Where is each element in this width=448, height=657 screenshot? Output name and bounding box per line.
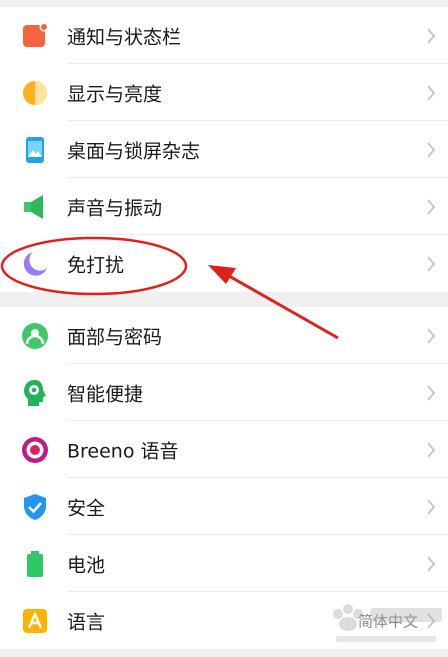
settings-item-label: Breeno 语音 bbox=[67, 440, 179, 462]
chevron-right-icon bbox=[427, 498, 436, 515]
settings-item-language[interactable]: 语言 简体中文 bbox=[0, 592, 448, 649]
settings-item-breeno[interactable]: Breeno 语音 bbox=[0, 421, 448, 478]
settings-item-label: 语言 bbox=[67, 611, 106, 633]
section-gap-bottom bbox=[0, 649, 448, 657]
settings-item-security[interactable]: 安全 bbox=[0, 478, 448, 535]
settings-item-display[interactable]: 显示与亮度 bbox=[0, 64, 448, 121]
section-gap bbox=[0, 292, 448, 307]
smart-assist-icon bbox=[24, 379, 46, 406]
section-gap-top bbox=[0, 0, 448, 7]
settings-item-value: 简体中文 bbox=[357, 612, 418, 630]
settings-item-label: 安全 bbox=[67, 497, 106, 519]
settings-item-do-not-disturb[interactable]: 免打扰 bbox=[0, 235, 448, 292]
settings-item-label: 通知与状态栏 bbox=[67, 26, 182, 48]
chevron-right-icon bbox=[427, 612, 436, 629]
moon-icon bbox=[23, 251, 47, 276]
chevron-right-icon bbox=[427, 555, 436, 572]
chevron-right-icon bbox=[427, 384, 436, 401]
speaker-icon bbox=[24, 194, 43, 219]
chevron-right-icon bbox=[427, 141, 436, 158]
chevron-right-icon bbox=[427, 255, 436, 272]
settings-item-label: 电池 bbox=[67, 554, 106, 576]
notification-icon bbox=[23, 22, 49, 47]
settings-item-wallpaper[interactable]: 桌面与锁屏杂志 bbox=[0, 121, 448, 178]
chevron-right-icon bbox=[427, 327, 436, 344]
chevron-right-icon bbox=[427, 84, 436, 101]
settings-item-label: 显示与亮度 bbox=[67, 83, 163, 105]
language-icon bbox=[23, 608, 47, 633]
settings-item-label: 智能便捷 bbox=[67, 383, 144, 405]
settings-item-label: 面部与密码 bbox=[67, 326, 163, 348]
wallpaper-icon bbox=[26, 136, 44, 163]
settings-item-label: 桌面与锁屏杂志 bbox=[67, 140, 201, 162]
settings-item-label: 免打扰 bbox=[67, 254, 125, 276]
settings-item-notifications[interactable]: 通知与状态栏 bbox=[0, 7, 448, 64]
chevron-right-icon bbox=[427, 441, 436, 458]
settings-item-battery[interactable]: 电池 bbox=[0, 535, 448, 592]
battery-icon bbox=[27, 550, 43, 577]
settings-item-label: 声音与振动 bbox=[67, 197, 163, 219]
display-brightness-icon bbox=[23, 80, 47, 105]
chevron-right-icon bbox=[427, 27, 436, 44]
face-password-icon bbox=[22, 322, 48, 349]
settings-item-face-password[interactable]: 面部与密码 bbox=[0, 307, 448, 364]
breeno-icon bbox=[22, 436, 48, 463]
chevron-right-icon bbox=[427, 198, 436, 215]
settings-item-smart-assist[interactable]: 智能便捷 bbox=[0, 364, 448, 421]
settings-item-sound[interactable]: 声音与振动 bbox=[0, 178, 448, 235]
shield-icon bbox=[24, 493, 46, 520]
